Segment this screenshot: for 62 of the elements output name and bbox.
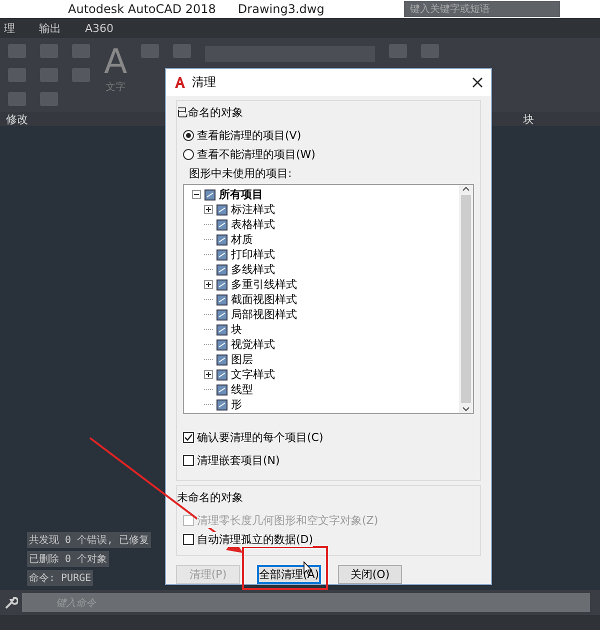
tree-item[interactable]: 打印样式 <box>231 247 275 262</box>
wrench-icon[interactable] <box>4 596 18 610</box>
expand-icon[interactable] <box>204 370 213 379</box>
radio-button[interactable] <box>183 149 194 160</box>
ribbon-tab[interactable]: A360 <box>83 20 116 36</box>
group-title: 已命名的对象 <box>177 105 244 120</box>
collapse-icon[interactable] <box>192 190 201 199</box>
close-icon[interactable] <box>472 77 483 88</box>
tree-item-icon <box>216 248 228 260</box>
tree-item[interactable]: 局部视图样式 <box>231 307 297 322</box>
radio-label[interactable]: 查看不能清理的项目(W) <box>197 147 316 162</box>
tree-item-icon <box>216 218 228 230</box>
tree-item[interactable]: 所有项目 <box>219 187 263 202</box>
expand-icon[interactable] <box>204 280 213 289</box>
dialog-button[interactable]: 关闭(O) <box>338 565 402 584</box>
tree-item[interactable]: 表格样式 <box>231 217 275 232</box>
tree-item-icon <box>216 368 228 380</box>
tree-item-icon <box>216 278 228 290</box>
ribbon-tab[interactable]: 输出 <box>37 18 63 38</box>
tree-item[interactable]: 多重引线样式 <box>231 277 297 292</box>
tree-item-icon <box>216 398 228 410</box>
checkbox-label[interactable]: 自动清理孤立的数据(D) <box>197 532 314 547</box>
scroll-up-icon[interactable] <box>462 185 470 193</box>
app-logo-icon <box>174 76 186 89</box>
checkbox[interactable] <box>183 432 194 443</box>
dialog-title: 清理 <box>192 74 216 91</box>
tree-item[interactable]: 形 <box>231 397 242 412</box>
panel-label[interactable]: 块 <box>523 112 534 126</box>
tree-item[interactable]: 截面视图样式 <box>231 292 297 307</box>
scroll-down-icon[interactable] <box>462 405 470 413</box>
tree-item-icon <box>216 384 228 396</box>
tree-item[interactable]: 标注样式 <box>231 202 275 217</box>
tree-item-icon <box>216 204 228 216</box>
tree-item[interactable]: 块 <box>231 322 242 337</box>
checkbox-label[interactable]: 确认要清理的每个项目(C) <box>197 430 324 445</box>
group-title: 未命名的对象 <box>177 490 244 505</box>
file-name: Drawing3.dwg <box>238 2 324 16</box>
tree-item-icon <box>216 234 228 246</box>
radio-label[interactable]: 查看能清理的项目(V) <box>197 128 302 143</box>
tree-item-icon <box>204 188 216 200</box>
app-title: Autodesk AutoCAD 2018 <box>68 2 216 16</box>
tree-label: 图形中未使用的项目: <box>189 166 293 181</box>
tree-item[interactable]: 视觉样式 <box>231 337 275 352</box>
radio-button[interactable] <box>183 130 194 141</box>
checkbox-label[interactable]: 清理嵌套项目(N) <box>197 453 280 468</box>
tree-item-icon <box>216 354 228 366</box>
tree-item-icon <box>216 338 228 350</box>
tree-item[interactable]: 多线样式 <box>231 262 275 277</box>
checkbox[interactable] <box>183 455 194 466</box>
scrollbar[interactable] <box>459 185 473 413</box>
tree-item-icon <box>216 324 228 336</box>
tree-item[interactable]: 线型 <box>231 382 253 397</box>
tree-item[interactable]: 材质 <box>231 232 253 247</box>
panel-label[interactable]: 修改 <box>6 112 28 126</box>
tree-item-icon <box>216 308 228 320</box>
tree-item[interactable]: 文字样式 <box>231 367 275 382</box>
tree-item-icon <box>216 264 228 276</box>
tree-item[interactable]: 图层 <box>231 352 253 367</box>
expand-icon[interactable] <box>204 205 213 214</box>
ribbon-tab[interactable]: 理 <box>2 18 17 38</box>
tree-item-icon <box>216 294 228 306</box>
checkbox[interactable] <box>183 534 194 545</box>
